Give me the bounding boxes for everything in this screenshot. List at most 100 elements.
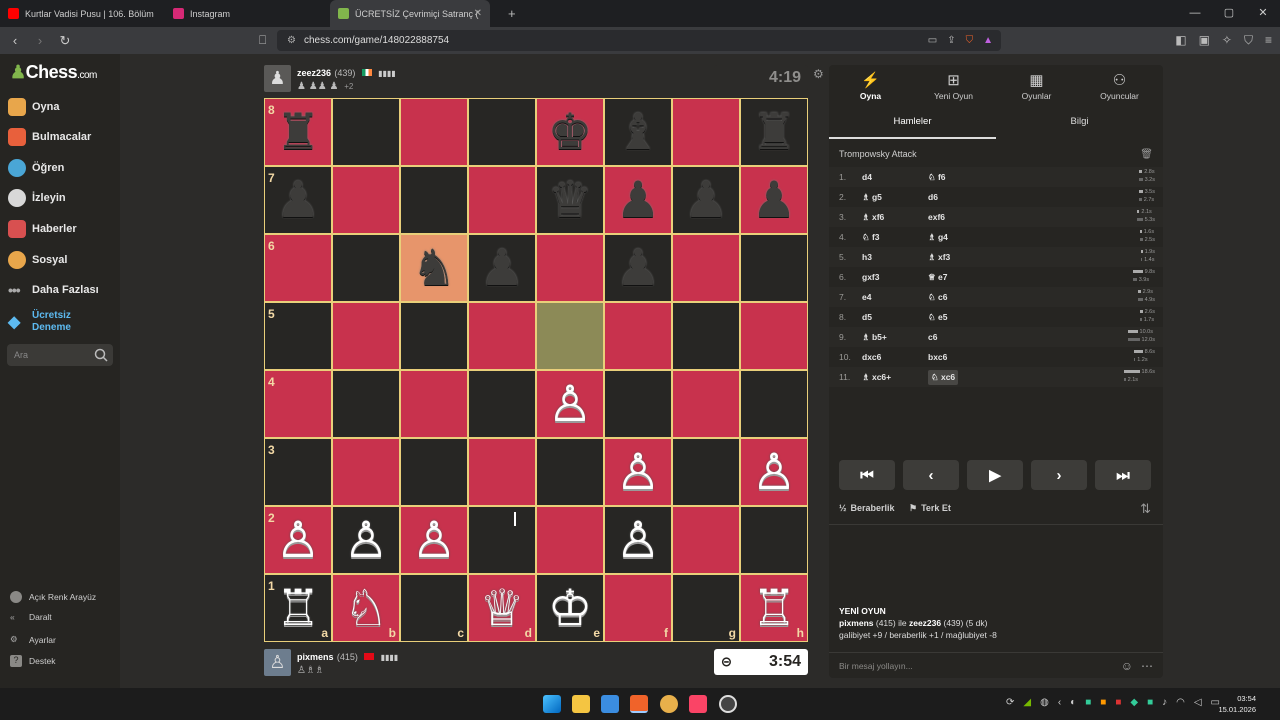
player-name[interactable]: pixmens (297, 652, 334, 662)
sidebar-item-puzzles[interactable]: Bulmacalar (8, 128, 91, 146)
tray-icon[interactable]: ◢ (1023, 697, 1031, 708)
tray-icon[interactable]: ⟳ (1006, 697, 1014, 708)
tray-icon[interactable]: ■ (1100, 697, 1106, 708)
square-d7[interactable] (468, 166, 536, 234)
volume-icon[interactable]: ◁ (1194, 697, 1202, 708)
white-move[interactable]: ♗ b5+ (862, 332, 928, 343)
chess-piece[interactable]: ♖ (276, 583, 321, 633)
square-b6[interactable] (332, 234, 400, 302)
flip-board-icon[interactable]: ⇅ (1140, 501, 1151, 517)
chess-piece[interactable]: ♖ (752, 583, 797, 633)
square-f8[interactable]: ♝ (604, 98, 672, 166)
tab-moves[interactable]: Hamleler (829, 107, 996, 139)
windows-start-icon[interactable] (543, 695, 561, 713)
square-f3[interactable]: ♙ (604, 438, 672, 506)
shield-icon[interactable]: ⛉ (966, 35, 974, 46)
white-move[interactable]: d4 (862, 172, 928, 182)
black-move[interactable]: ♘ e5 (928, 312, 994, 323)
tab-play[interactable]: ⚡ Oyna (829, 71, 912, 101)
square-f2[interactable]: ♙ (604, 506, 672, 574)
sidebar-toggle-icon[interactable]: ◧ (1175, 33, 1186, 48)
player-link[interactable]: pixmens (839, 618, 874, 628)
square-e7[interactable]: ♛ (536, 166, 604, 234)
microphone-icon[interactable]: ♪ (1162, 697, 1167, 708)
more-options-icon[interactable]: ⋯ (1141, 659, 1153, 673)
chess-piece[interactable]: ♟ (616, 243, 661, 293)
chess-board[interactable]: 8 ♜ ♚ ♝ ♜ 7 ♟ ♛ ♟ ♟ ♟ 6 ♞ ♟ ♟ 5 4 ♙ 3 ♙ ♙ 2 ♙ ♙ ♙ ♙ 1 a ♖ b ♘ c d ♕ e ♔ f g h ♖ (264, 98, 808, 642)
sidebar-item-more[interactable]: ••• Daha Fazlası (8, 282, 99, 298)
square-a1[interactable]: 1 a ♖ (264, 574, 332, 642)
back-icon[interactable]: ‹ (5, 33, 25, 48)
white-move[interactable]: gxf3 (862, 272, 928, 282)
square-h2[interactable] (740, 506, 808, 574)
search-icon[interactable] (94, 348, 108, 362)
square-b4[interactable] (332, 370, 400, 438)
tray-icon[interactable]: ■ (1115, 697, 1121, 708)
square-g1[interactable]: g (672, 574, 740, 642)
square-g7[interactable]: ♟ (672, 166, 740, 234)
tray-icon[interactable]: ◆ (1130, 697, 1138, 708)
tab-new-game[interactable]: ⊞ Yeni Oyun (912, 71, 995, 101)
square-g8[interactable] (672, 98, 740, 166)
square-b3[interactable] (332, 438, 400, 506)
maximize-icon[interactable]: ▢ (1212, 0, 1246, 27)
offer-draw-button[interactable]: ½ Beraberlik (839, 503, 895, 513)
tray-icon[interactable]: ■ (1085, 697, 1091, 708)
black-move[interactable]: bxc6 (928, 352, 994, 362)
chess-piece[interactable]: ♙ (752, 447, 797, 497)
chess-piece[interactable]: ♟ (752, 175, 797, 225)
black-move[interactable]: exf6 (928, 212, 994, 222)
settings-link[interactable]: ⚙ Ayarlar (10, 634, 56, 645)
close-window-icon[interactable]: ✕ (1246, 0, 1280, 27)
square-a2[interactable]: 2 ♙ (264, 506, 332, 574)
black-move[interactable]: ♘ xc6 (928, 369, 959, 385)
white-move[interactable]: ♘ f3 (862, 232, 928, 243)
white-move[interactable]: dxc6 (862, 352, 928, 362)
square-f4[interactable] (604, 370, 672, 438)
square-f7[interactable]: ♟ (604, 166, 672, 234)
square-g5[interactable] (672, 302, 740, 370)
chess-piece[interactable]: ♔ (548, 583, 593, 633)
sidebar-item-social[interactable]: Sosyal (8, 251, 67, 269)
square-c7[interactable] (400, 166, 468, 234)
chess-piece[interactable]: ♙ (276, 515, 321, 565)
square-f6[interactable]: ♟ (604, 234, 672, 302)
black-move[interactable]: ♘ c6 (928, 292, 994, 303)
square-a6[interactable]: 6 (264, 234, 332, 302)
sidebar-search-input[interactable]: Ara (7, 344, 113, 366)
tab-games[interactable]: ▦ Oyunlar (995, 71, 1078, 101)
square-b1[interactable]: b ♘ (332, 574, 400, 642)
white-move[interactable]: d5 (862, 312, 928, 322)
chess-piece[interactable]: ♕ (480, 583, 525, 633)
tab-players[interactable]: ⚇ Oyuncular (1078, 71, 1161, 101)
white-move[interactable]: ♗ g5 (862, 192, 928, 203)
square-h4[interactable] (740, 370, 808, 438)
square-c6[interactable]: ♞ (400, 234, 468, 302)
sidebar-item-news[interactable]: Haberler (8, 220, 77, 238)
square-b8[interactable] (332, 98, 400, 166)
chess-piece[interactable]: ♟ (480, 243, 525, 293)
square-h5[interactable] (740, 302, 808, 370)
browser-tab-instagram[interactable]: Instagram (165, 0, 330, 27)
square-h1[interactable]: h ♖ (740, 574, 808, 642)
ai-icon[interactable]: ✧ (1222, 33, 1232, 48)
tray-icon[interactable]: ‹ (1058, 697, 1061, 708)
black-move[interactable]: ♗ xf3 (928, 252, 994, 263)
game-app-icon[interactable] (660, 695, 678, 713)
square-d2[interactable] (468, 506, 536, 574)
square-g4[interactable] (672, 370, 740, 438)
tray-icon[interactable]: ◍ (1040, 697, 1049, 708)
app-icon[interactable] (719, 695, 737, 713)
chess-piece[interactable]: ♞ (412, 243, 457, 293)
resign-button[interactable]: ⚑ Terk Et (909, 503, 951, 514)
play-button[interactable]: ▶ (967, 460, 1023, 490)
browser-tab-chess[interactable]: ÜCRETSİZ Çevrimiçi Satranç ( ✕ (330, 0, 490, 27)
music-icon[interactable] (689, 695, 707, 713)
white-move[interactable]: h3 (862, 252, 928, 262)
opening-name[interactable]: Trompowsky Attack (839, 149, 917, 159)
browser-icon[interactable] (630, 695, 648, 713)
square-e5[interactable] (536, 302, 604, 370)
chess-piece[interactable]: ♝ (616, 107, 661, 157)
site-info-icon[interactable]: ⚙ (287, 35, 296, 46)
square-c2[interactable]: ♙ (400, 506, 468, 574)
